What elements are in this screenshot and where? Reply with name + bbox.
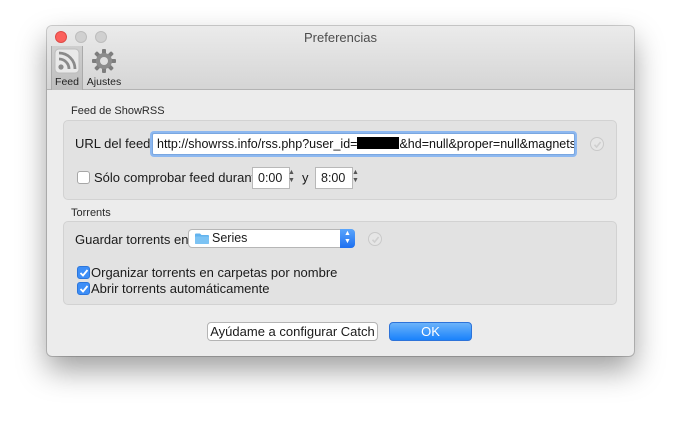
checkmark-icon <box>79 269 89 277</box>
feed-url-input[interactable]: http://showrss.info/rss.php?user_id= &hd=… <box>152 133 575 155</box>
ok-button[interactable]: OK <box>389 322 472 341</box>
save-folder-value: Series <box>212 231 248 245</box>
feed-section-title: Feed de ShowRSS <box>71 105 165 117</box>
checkmark-icon <box>79 285 89 293</box>
preferences-window: Preferencias Feed Ajustes Feed de ShowRS… <box>47 26 634 356</box>
chevron-updown-icon: ▲ ▼ <box>340 229 355 248</box>
toolbar-tab-feed-label: Feed <box>55 76 79 88</box>
toolbar-tab-ajustes-label: Ajustes <box>86 76 122 88</box>
folder-valid-check-icon <box>368 232 382 246</box>
gear-icon <box>92 49 116 73</box>
time-to-stepper[interactable]: ▲ ▼ <box>351 169 360 187</box>
save-torrents-label: Guardar torrents en: <box>75 232 193 247</box>
check-time-window-checkbox[interactable] <box>77 171 90 184</box>
url-label: URL del feed: <box>75 136 155 151</box>
url-text-prefix: http://showrss.info/rss.php?user_id= <box>157 137 358 151</box>
redacted-user-id <box>357 137 400 149</box>
toolbar-tab-feed[interactable]: Feed <box>51 46 83 90</box>
torrents-section-title: Torrents <box>71 207 111 219</box>
url-valid-check-icon <box>590 137 604 151</box>
window-title: Preferencias <box>304 30 377 45</box>
organize-folders-label: Organizar torrents en carpetas por nombr… <box>91 265 338 280</box>
time-from-stepper[interactable]: ▲ ▼ <box>287 169 296 187</box>
toolbar-tab-ajustes[interactable]: Ajustes <box>85 46 123 90</box>
url-text-suffix: &hd=null&proper=null&magnets=false <box>399 137 574 151</box>
time-from-field[interactable]: 0:00 <box>252 167 290 189</box>
auto-open-label: Abrir torrents automáticamente <box>91 281 270 296</box>
organize-folders-checkbox[interactable] <box>77 266 90 279</box>
auto-open-checkbox[interactable] <box>77 282 90 295</box>
help-setup-button[interactable]: Ayúdame a configurar Catch <box>207 322 378 341</box>
check-time-window-label: Sólo comprobar feed durante <box>94 170 263 185</box>
titlebar: Preferencias Feed Ajustes <box>47 26 634 90</box>
folder-icon <box>195 233 209 244</box>
time-separator: y <box>302 170 309 185</box>
save-folder-popup[interactable]: Series ▲ ▼ <box>188 229 355 248</box>
time-to-field[interactable]: 8:00 <box>315 167 353 189</box>
rss-icon <box>54 48 80 74</box>
